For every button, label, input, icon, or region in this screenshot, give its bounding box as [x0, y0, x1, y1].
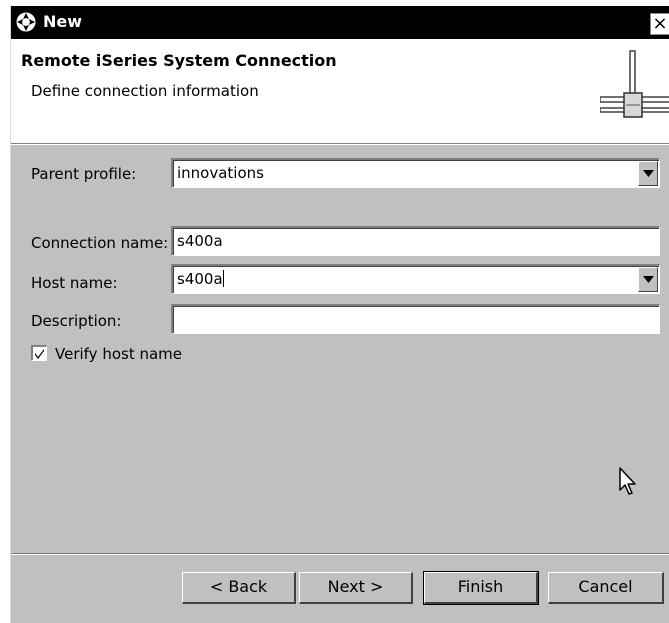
chevron-down-icon[interactable] — [638, 161, 658, 186]
next-button[interactable]: Next > — [299, 572, 413, 604]
host-name-text: s400a — [177, 270, 223, 288]
parent-profile-value: innovations — [177, 164, 264, 182]
wizard-header: Remote iSeries System Connection Define … — [11, 39, 669, 144]
connection-name-label: Connection name: — [31, 234, 169, 252]
verify-host-checkbox[interactable] — [31, 345, 47, 361]
connection-name-input[interactable]: s400a — [171, 226, 660, 256]
network-connection-icon — [599, 45, 669, 125]
parent-profile-select[interactable]: innovations — [171, 158, 660, 188]
finish-button[interactable]: Finish — [423, 571, 539, 605]
text-caret — [222, 270, 224, 287]
title-bar[interactable]: New × — [11, 6, 669, 39]
host-name-value: s400a — [177, 270, 224, 288]
host-name-combobox[interactable]: s400a — [171, 264, 660, 294]
chevron-down-icon[interactable] — [638, 267, 658, 292]
page-description: Define connection information — [31, 82, 259, 100]
connection-name-value: s400a — [177, 232, 223, 250]
description-label: Description: — [31, 312, 122, 330]
wizard-globe-icon — [14, 10, 38, 34]
close-icon[interactable]: × — [650, 13, 669, 35]
description-input[interactable] — [171, 304, 660, 334]
window-title: New — [43, 12, 83, 31]
cancel-button[interactable]: Cancel — [548, 572, 664, 604]
verify-host-label[interactable]: Verify host name — [55, 345, 182, 363]
header-divider — [11, 144, 669, 145]
footer-divider-highlight — [11, 554, 669, 555]
host-name-label: Host name: — [31, 274, 118, 292]
back-button[interactable]: < Back — [182, 572, 296, 604]
page-title: Remote iSeries System Connection — [21, 51, 337, 70]
new-wizard-dialog: New × Remote iSeries System Connection D… — [10, 6, 669, 623]
parent-profile-label: Parent profile: — [31, 165, 137, 183]
mouse-pointer-icon — [618, 466, 640, 503]
